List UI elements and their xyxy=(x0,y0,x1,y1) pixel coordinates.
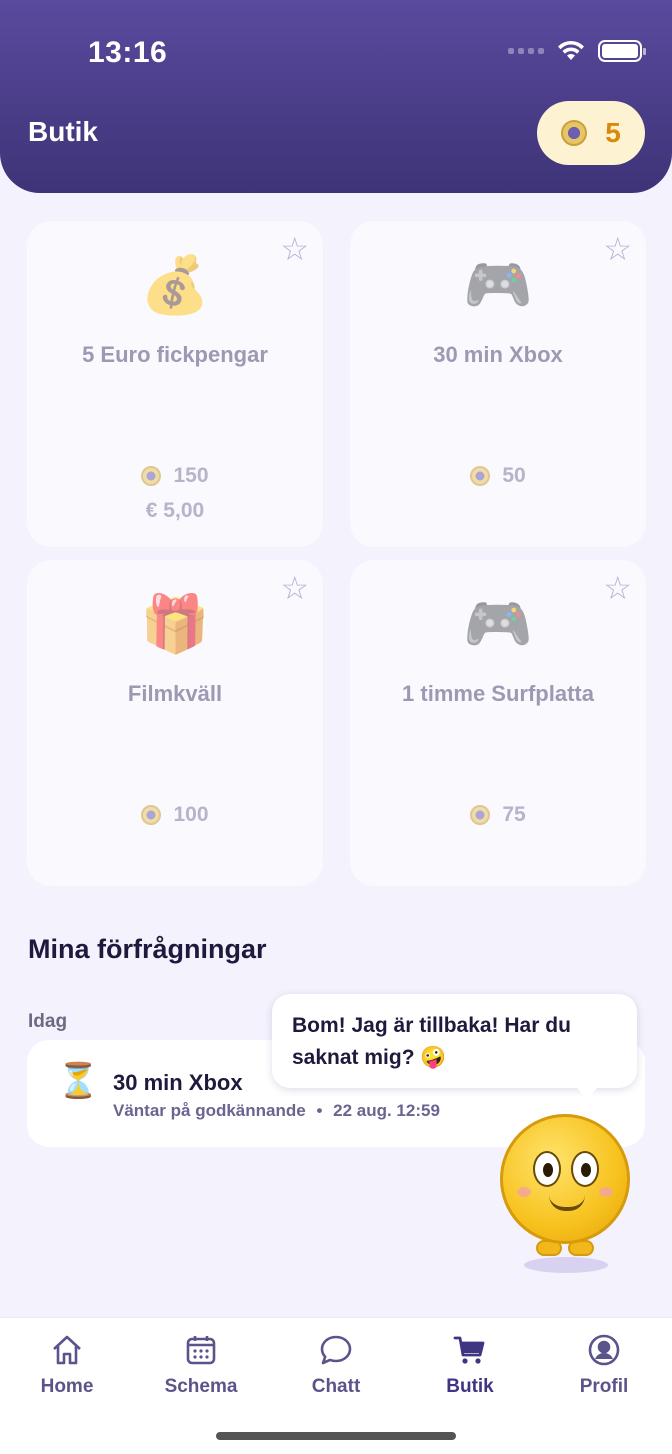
request-status-line: Väntar på godkännande • 22 aug. 12:59 xyxy=(113,1101,440,1121)
coin-icon xyxy=(470,466,491,486)
reward-price: 75 xyxy=(350,803,646,827)
battery-icon xyxy=(598,40,646,62)
gift-icon: 🎁 xyxy=(140,592,210,655)
tab-label: Profil xyxy=(579,1376,629,1397)
profile-icon xyxy=(588,1334,620,1366)
reward-card[interactable]: ☆ 🎮 30 min Xbox 50 xyxy=(350,221,646,547)
tab-label: Home xyxy=(40,1376,94,1397)
mascot-eye xyxy=(533,1151,561,1187)
reward-price-value: 75 xyxy=(502,803,526,826)
request-status: Väntar på godkännande xyxy=(113,1101,306,1120)
mascot-mouth xyxy=(549,1195,585,1211)
status-icons xyxy=(508,40,646,62)
tab-label: Schema xyxy=(164,1376,238,1397)
coin-icon xyxy=(470,805,491,825)
reward-price-value: 100 xyxy=(173,803,209,826)
app-header: 13:16 Butik 5 xyxy=(0,0,672,193)
mascot-cheek xyxy=(517,1187,531,1197)
game-controller-icon: 🎮 xyxy=(463,253,533,316)
game-controller-icon: 🎮 xyxy=(463,592,533,655)
calendar-icon xyxy=(186,1336,216,1365)
coin-icon xyxy=(141,466,162,486)
coin-icon xyxy=(561,120,588,146)
requests-group-label: Idag xyxy=(28,1011,68,1032)
tab-profil[interactable]: Profil xyxy=(549,1332,659,1398)
coin-icon xyxy=(141,805,162,825)
reward-euro-value: € 5,00 xyxy=(145,499,205,522)
reward-title: Filmkväll xyxy=(127,681,223,706)
reward-title: 5 Euro fickpengar xyxy=(82,342,268,367)
home-icon xyxy=(53,1335,81,1365)
hourglass-icon: ⏳ xyxy=(57,1062,100,1100)
signal-icon xyxy=(508,48,544,54)
tab-label: Butik xyxy=(446,1376,494,1397)
coin-balance-count: 5 xyxy=(605,117,621,148)
reward-price: 150 xyxy=(27,464,323,488)
cart-icon xyxy=(453,1336,485,1364)
reward-card[interactable]: ☆ 💰 5 Euro fickpengar 150 € 5,00 xyxy=(27,221,323,547)
reward-title: 1 timme Surfplatta xyxy=(402,681,594,706)
tab-label: Chatt xyxy=(311,1376,361,1397)
requests-section-title: Mina förfrågningar xyxy=(28,934,267,964)
reward-title: 30 min Xbox xyxy=(433,342,563,367)
coin-mascot[interactable] xyxy=(500,1114,630,1244)
reward-card[interactable]: ☆ 🎮 1 timme Surfplatta 75 xyxy=(350,560,646,886)
reward-price: 50 xyxy=(350,464,646,488)
reward-card[interactable]: ☆ 🎁 Filmkväll 100 xyxy=(27,560,323,886)
tab-chatt[interactable]: Chatt xyxy=(281,1332,391,1398)
mascot-speech-bubble[interactable]: Bom! Jag är tillbaka! Har du saknat mig?… xyxy=(272,994,637,1100)
mascot-shadow xyxy=(524,1257,608,1273)
home-indicator xyxy=(216,1432,456,1440)
reward-price: 100 xyxy=(27,803,323,827)
request-date: 22 aug. 12:59 xyxy=(333,1101,440,1120)
coin-balance-badge[interactable]: 5 xyxy=(537,101,645,165)
money-bag-icon: 💰 xyxy=(140,253,210,316)
page-title: Butik xyxy=(28,116,98,147)
tab-home[interactable]: Home xyxy=(12,1332,122,1398)
mascot-eye xyxy=(571,1151,599,1187)
mascot-cheek xyxy=(599,1187,613,1197)
tab-butik[interactable]: Butik xyxy=(415,1332,525,1398)
status-time: 13:16 xyxy=(88,36,168,69)
chat-icon xyxy=(320,1335,352,1365)
reward-price-value: 50 xyxy=(502,464,526,487)
request-title: 30 min Xbox xyxy=(113,1070,243,1095)
request-separator: • xyxy=(316,1101,323,1120)
wifi-icon xyxy=(558,40,584,60)
tab-schema[interactable]: Schema xyxy=(146,1332,256,1398)
reward-price-value: 150 xyxy=(173,464,209,487)
